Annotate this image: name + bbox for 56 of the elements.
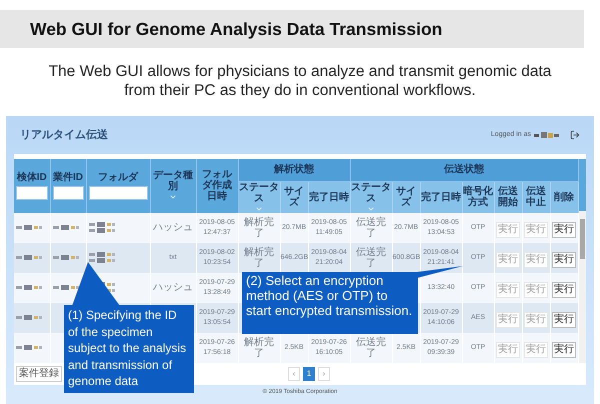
- table-cell-text: 伝送完了: [355, 246, 388, 268]
- page-button[interactable]: ›: [318, 366, 330, 380]
- filter-field[interactable]: [52, 186, 84, 200]
- table-cell-text: 解析完了: [243, 336, 275, 358]
- table-cell-text: 伝送完了: [355, 336, 388, 358]
- redacted-text-drawing: [52, 225, 78, 230]
- run-button[interactable]: 実行: [552, 342, 576, 358]
- column-header: 伝送状態: [442, 164, 486, 176]
- redacted-text-drawing: [16, 255, 42, 260]
- page-title: リアルタイム伝送: [20, 128, 108, 143]
- run-button[interactable]: 実行: [552, 252, 576, 268]
- callout: (2) Select an encryption method (AES or OTP) to start encrypted transmission.: [242, 272, 418, 334]
- redacted-text-drawing: [534, 132, 559, 138]
- run-button[interactable]: 実行: [552, 282, 576, 298]
- redacted-text-drawing: [88, 252, 114, 263]
- redacted-text-drawing: [52, 285, 78, 290]
- redacted-text-drawing: [16, 315, 42, 320]
- redacted-text-drawing: [16, 225, 42, 230]
- filter-field[interactable]: [88, 186, 148, 200]
- table-cell-text: ハッシュ: [152, 282, 194, 293]
- column-header: 業件ID: [52, 172, 84, 183]
- run-button[interactable]: 実行: [552, 222, 576, 238]
- register-button[interactable]: 案件登録: [16, 366, 62, 382]
- redacted-text-drawing: [52, 255, 78, 260]
- column-header: 伝送開始: [496, 186, 520, 208]
- page-button[interactable]: 1: [303, 366, 315, 380]
- table-cell-text: ハッシュ: [152, 222, 194, 233]
- column-header: ステータス: [350, 182, 392, 204]
- callout-pointer: [417, 266, 463, 278]
- column-header: ステータス: [238, 182, 280, 204]
- column-header: サイズ: [395, 186, 418, 208]
- column-header: 完了日時: [420, 192, 462, 202]
- slide-description: The Web GUI allows for physicians to analyze and transmit genomic data from their PC as they do in conventional workflows.: [48, 62, 552, 100]
- column-header: 削除: [553, 192, 576, 202]
- table-cell-text: 伝送完了: [355, 216, 388, 238]
- redacted-text-drawing: [16, 285, 42, 290]
- column-header: 暗号化方式: [462, 186, 494, 208]
- table-cell-text: 解析完了: [243, 216, 275, 238]
- callout-pointer: [72, 262, 120, 306]
- table-cell-text: 解析完了: [243, 246, 275, 268]
- column-header: フォルダ作成日時: [201, 169, 234, 202]
- redacted-text-drawing: [88, 222, 114, 233]
- column-header: データ種別: [152, 170, 194, 192]
- redacted-text-drawing: [16, 345, 42, 350]
- scrollbar-thumb[interactable]: [580, 219, 585, 259]
- page-button[interactable]: ‹: [288, 366, 300, 380]
- slide-title: Web GUI for Genome Analysis Data Transmission: [30, 18, 442, 41]
- column-header: フォルダ: [97, 172, 140, 183]
- column-header: 解析状態: [272, 164, 316, 176]
- column-header: サイズ: [283, 186, 305, 208]
- column-header: 伝送中止: [524, 186, 548, 208]
- column-header: 検体ID: [16, 172, 48, 183]
- exit-icon[interactable]: [570, 130, 580, 140]
- filter-field[interactable]: [16, 186, 48, 200]
- run-button[interactable]: 実行: [552, 312, 576, 328]
- column-header: 完了日時: [308, 192, 350, 202]
